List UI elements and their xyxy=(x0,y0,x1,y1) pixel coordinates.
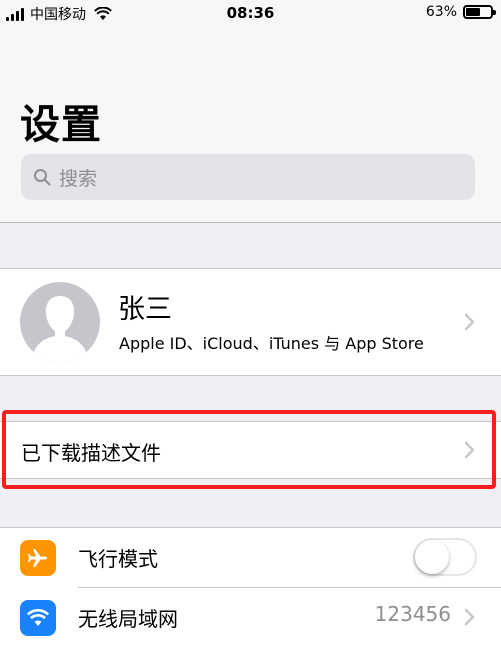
avatar xyxy=(20,282,100,362)
search-input[interactable]: 搜索 xyxy=(21,154,475,200)
airplane-mode-row[interactable]: 飞行模式 xyxy=(0,528,501,588)
apple-id-row[interactable]: 张三 Apple ID、iCloud、iTunes 与 App Store xyxy=(0,268,501,376)
chevron-right-icon xyxy=(464,608,475,626)
status-bar: 中国移动 08:36 63% xyxy=(0,0,501,28)
wifi-network-name: 123456 xyxy=(374,602,451,626)
settings-list: 飞行模式 无线局域网 123456 xyxy=(0,527,501,654)
highlight-box xyxy=(2,410,496,489)
chevron-right-icon xyxy=(464,313,475,331)
airplane-mode-label: 飞行模式 xyxy=(78,547,158,571)
profile-subtitle: Apple ID、iCloud、iTunes 与 App Store xyxy=(119,334,424,353)
battery-icon xyxy=(463,5,496,19)
wifi-label: 无线局域网 xyxy=(78,607,178,631)
airplane-mode-toggle[interactable] xyxy=(413,538,477,576)
airplane-icon xyxy=(20,540,56,576)
wifi-row[interactable]: 无线局域网 123456 xyxy=(0,588,501,647)
wifi-icon xyxy=(20,600,56,636)
profile-name: 张三 xyxy=(118,294,172,325)
person-silhouette-icon xyxy=(31,296,89,362)
search-placeholder: 搜索 xyxy=(59,167,98,190)
battery-percentage: 63% xyxy=(425,4,457,20)
header-area: 中国移动 08:36 63% 设置 搜索 xyxy=(0,0,501,223)
page-title: 设置 xyxy=(20,102,102,148)
search-icon xyxy=(34,169,51,186)
